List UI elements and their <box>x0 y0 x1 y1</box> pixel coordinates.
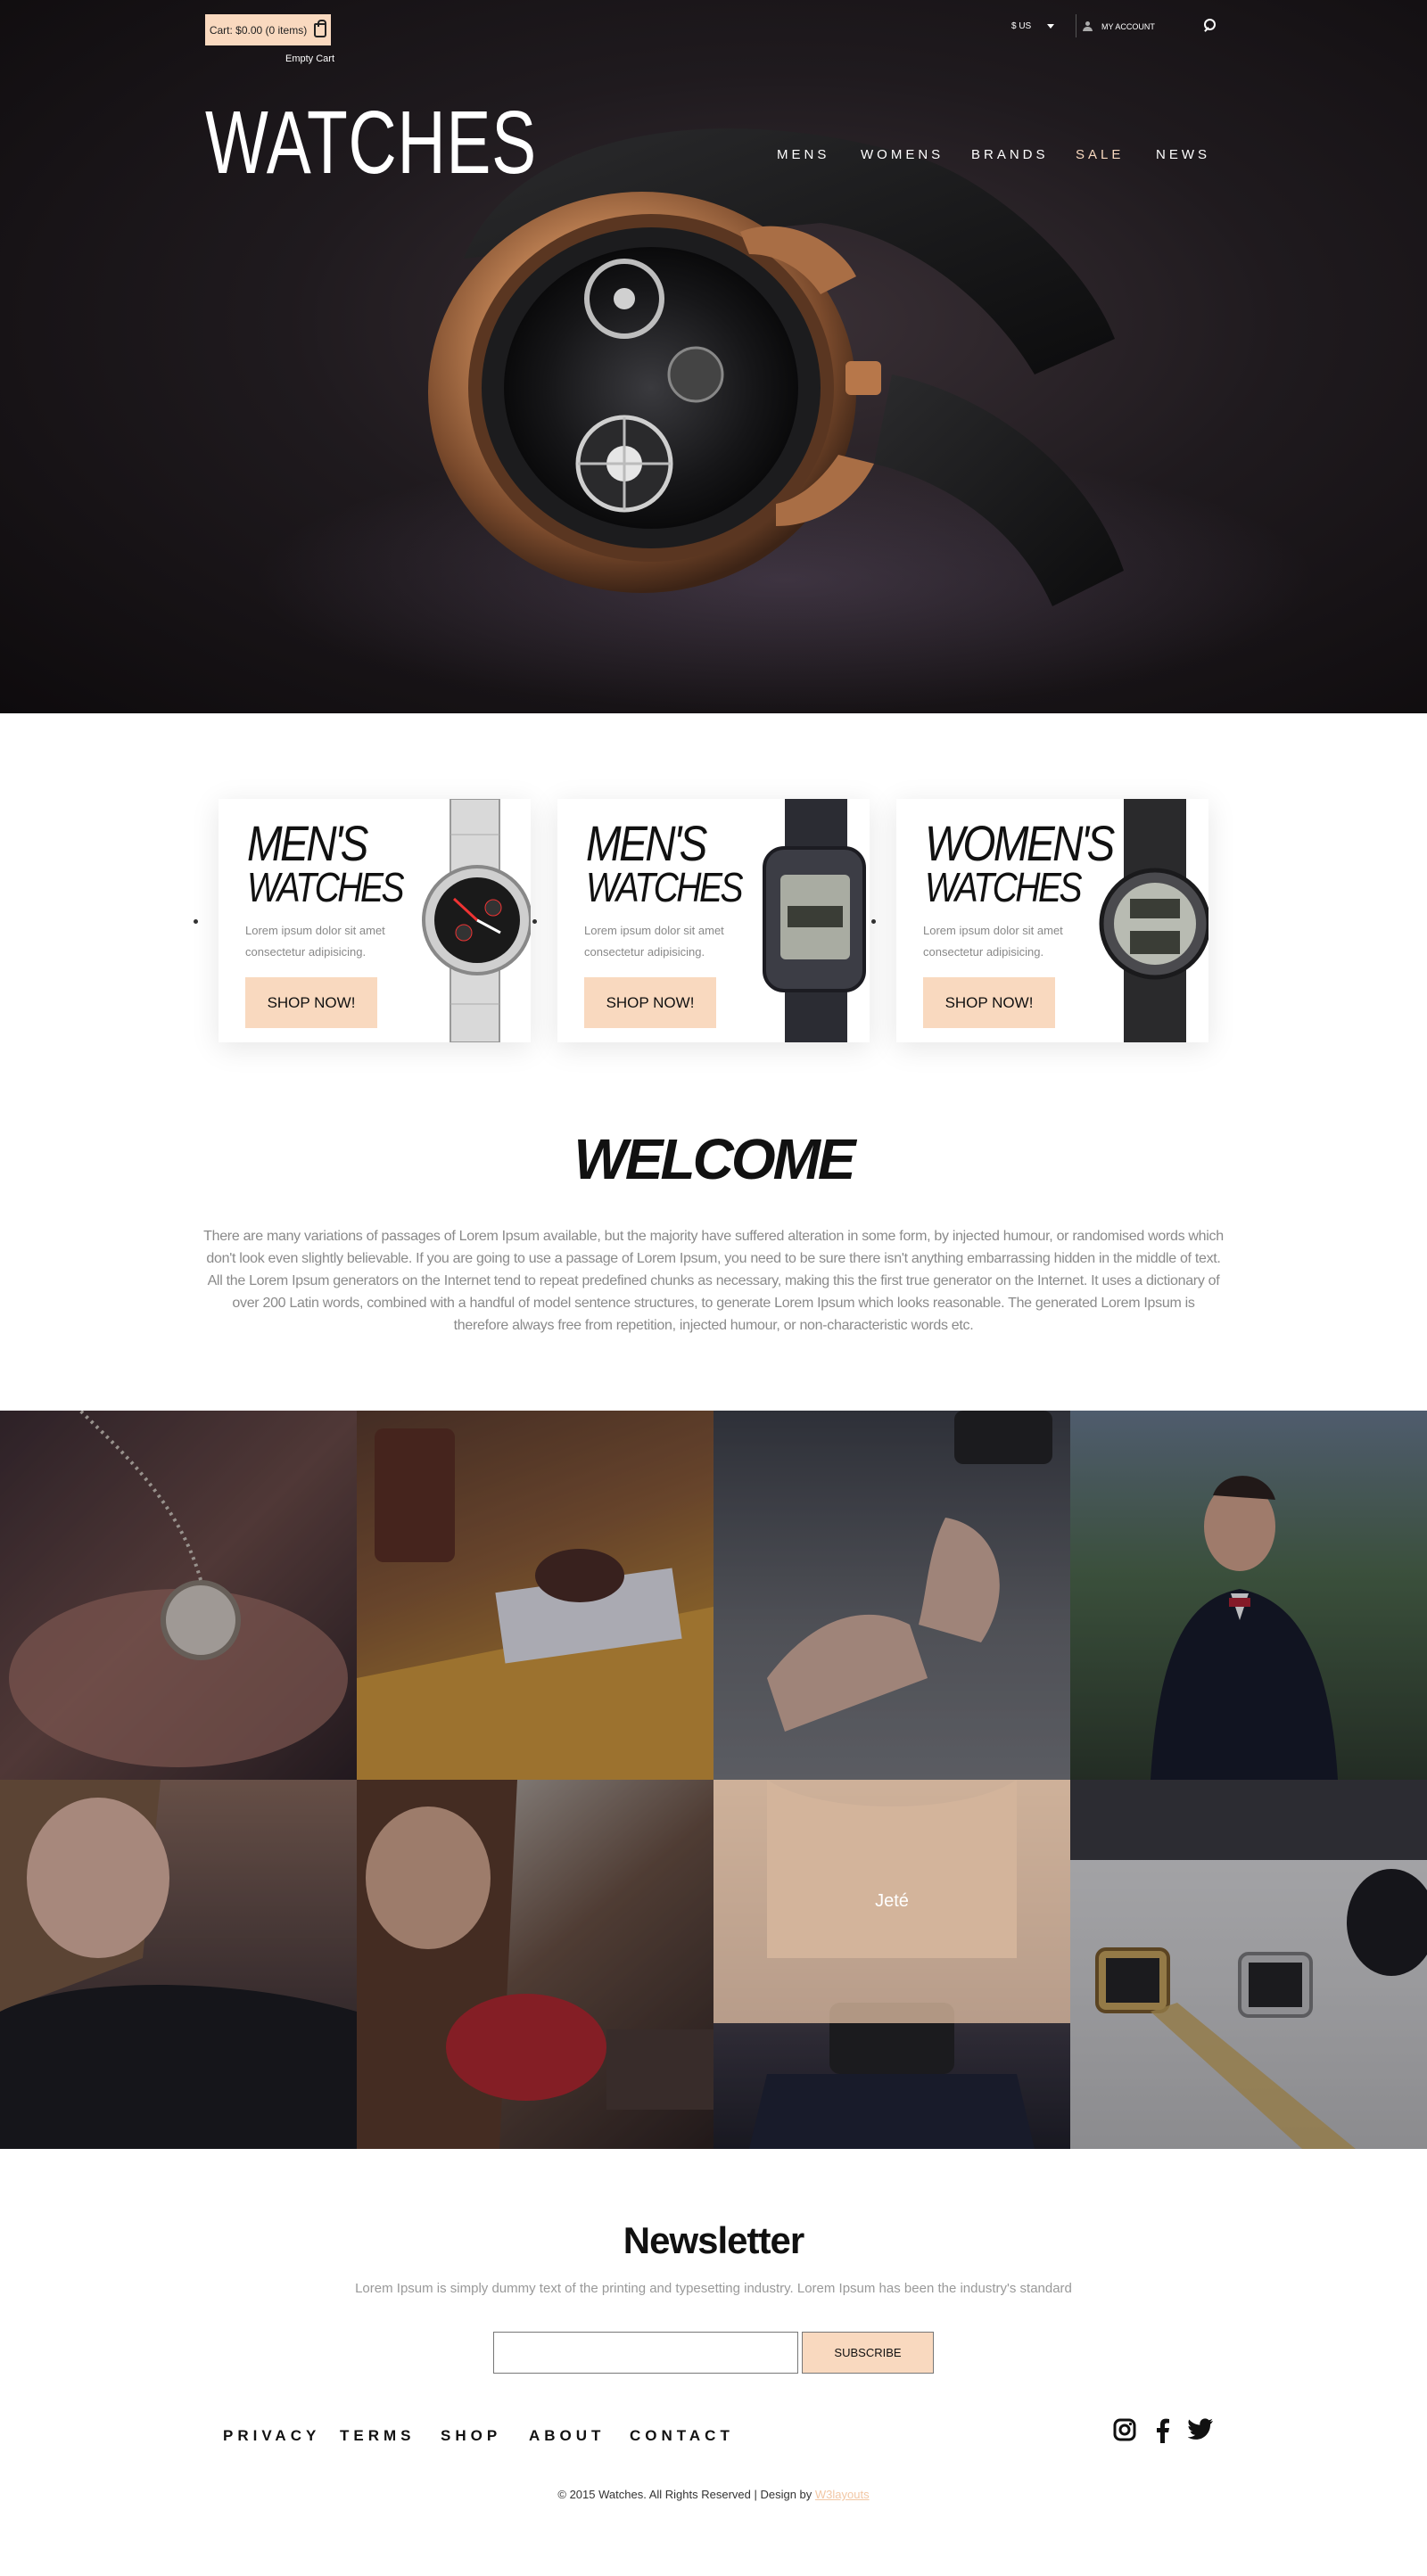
welcome-text: There are many variations of passages of… <box>203 1229 1224 1333</box>
empty-cart-link[interactable]: Empty Cart <box>285 53 334 64</box>
shop-now-button[interactable]: SHOP NOW! <box>923 977 1055 1028</box>
tile-overlay <box>714 1411 1070 1780</box>
promo-description: Lorem ipsum dolor sit amet consectetur a… <box>584 924 724 959</box>
nav-item-womens[interactable]: WOMENS <box>861 147 944 162</box>
promo-subtitle: WATCHES <box>586 864 744 910</box>
gallery-tile-pocket-watch[interactable] <box>0 1411 357 1780</box>
footer-link-about[interactable]: ABOUT <box>529 2427 605 2445</box>
copyright-text: © 2015 Watches. All Rights Reserved | De… <box>0 2488 1427 2501</box>
slider-dot[interactable] <box>871 919 876 924</box>
promo-description: Lorem ipsum dolor sit amet consectetur a… <box>245 924 385 959</box>
promo-title: WOMEN'S <box>925 815 1115 871</box>
tile-overlay <box>0 1780 357 2149</box>
digital-watch-image <box>763 799 866 1042</box>
currency-value: $ US <box>1011 21 1032 31</box>
gallery-tile-gold-watches[interactable] <box>1070 1780 1427 2149</box>
newsletter-title: Newsletter <box>623 2219 804 2261</box>
newsletter-subtitle: Lorem Ipsum is simply dummy text of the … <box>355 2281 1072 2296</box>
footer-link-terms[interactable]: TERMS <box>340 2427 416 2445</box>
gallery-tile-pinky-promise[interactable] <box>714 1411 1070 1780</box>
my-account-label: MY ACCOUNT <box>1101 21 1155 31</box>
copyright-label: © 2015 Watches. All Rights Reserved | De… <box>557 2488 815 2501</box>
tile-overlay <box>357 1780 714 2149</box>
designer-link[interactable]: W3layouts <box>815 2488 870 2501</box>
gallery-tile-writing[interactable] <box>357 1411 714 1780</box>
promo-title: MEN'S <box>586 815 707 871</box>
hero-banner: Cart: $0.00 (0 items) Empty Cart $ US MY… <box>0 0 1427 713</box>
subscribe-button[interactable]: SUBSCRIBE <box>802 2332 934 2374</box>
promo-title: MEN'S <box>247 815 368 871</box>
welcome-title: WELCOME <box>573 1127 855 1191</box>
shop-now-button[interactable]: SHOP NOW! <box>584 977 716 1028</box>
chronograph-watch-image <box>422 799 531 1042</box>
slider-dot[interactable] <box>532 919 537 924</box>
cart-button[interactable]: Cart: $0.00 (0 items) <box>205 14 331 45</box>
instagram-icon[interactable] <box>1113 2418 1136 2441</box>
promo-description: Lorem ipsum dolor sit amet consectetur a… <box>923 924 1063 959</box>
nav-item-sale[interactable]: SALE <box>1076 147 1124 162</box>
my-account-link[interactable]: MY ACCOUNT <box>1083 21 1155 31</box>
site-logo[interactable]: WATCHES <box>205 98 537 187</box>
promo-card-womens: WOMEN'S WATCHES Lorem ipsum dolor sit am… <box>896 799 1208 1042</box>
tile-overlay <box>357 1411 714 1780</box>
promo-card-mens: MEN'S WATCHES Lorem ipsum dolor sit amet… <box>219 799 531 1042</box>
search-icon[interactable] <box>1203 19 1216 31</box>
gallery-tile-suited-man[interactable] <box>1070 1411 1427 1780</box>
shopping-bag-icon <box>314 19 327 37</box>
facebook-icon[interactable] <box>1154 2418 1170 2443</box>
chevron-down-icon <box>1047 24 1055 29</box>
user-icon <box>1083 21 1093 31</box>
footer-link-contact[interactable]: CONTACT <box>630 2427 734 2445</box>
footer-link-privacy[interactable]: PRIVACY <box>223 2427 320 2445</box>
nav-item-news[interactable]: NEWS <box>1156 147 1210 162</box>
shop-now-button[interactable]: SHOP NOW! <box>245 977 377 1028</box>
slider-dot[interactable] <box>194 919 198 924</box>
promo-subtitle: WATCHES <box>247 864 405 910</box>
cart-label: Cart: $0.00 (0 items) <box>209 23 308 37</box>
tile-overlay <box>1070 1780 1427 2149</box>
currency-select[interactable]: $ US <box>1011 21 1055 31</box>
social-links <box>1113 2418 1213 2443</box>
gallery-tile-woman-sunglasses[interactable] <box>357 1780 714 2149</box>
nav-item-mens[interactable]: MENS <box>777 147 829 162</box>
gallery-hover-label: Jeté <box>875 1891 909 1911</box>
tile-overlay <box>0 1411 357 1780</box>
promo-subtitle: WATCHES <box>925 864 1083 910</box>
tile-overlay <box>1070 1411 1427 1780</box>
promo-card-mens-digital: MEN'S WATCHES Lorem ipsum dolor sit amet… <box>557 799 870 1042</box>
twitter-icon[interactable] <box>1188 2418 1213 2440</box>
nav-item-brands[interactable]: BRANDS <box>971 147 1049 162</box>
footer-link-shop[interactable]: SHOP <box>441 2427 501 2445</box>
gallery-tile-woman-smoking[interactable] <box>0 1780 357 2149</box>
newsletter-email-input[interactable] <box>493 2332 798 2374</box>
altimeter-watch-image <box>1099 799 1208 1042</box>
gallery-hover-caption[interactable]: Jeté <box>714 1780 1070 2023</box>
